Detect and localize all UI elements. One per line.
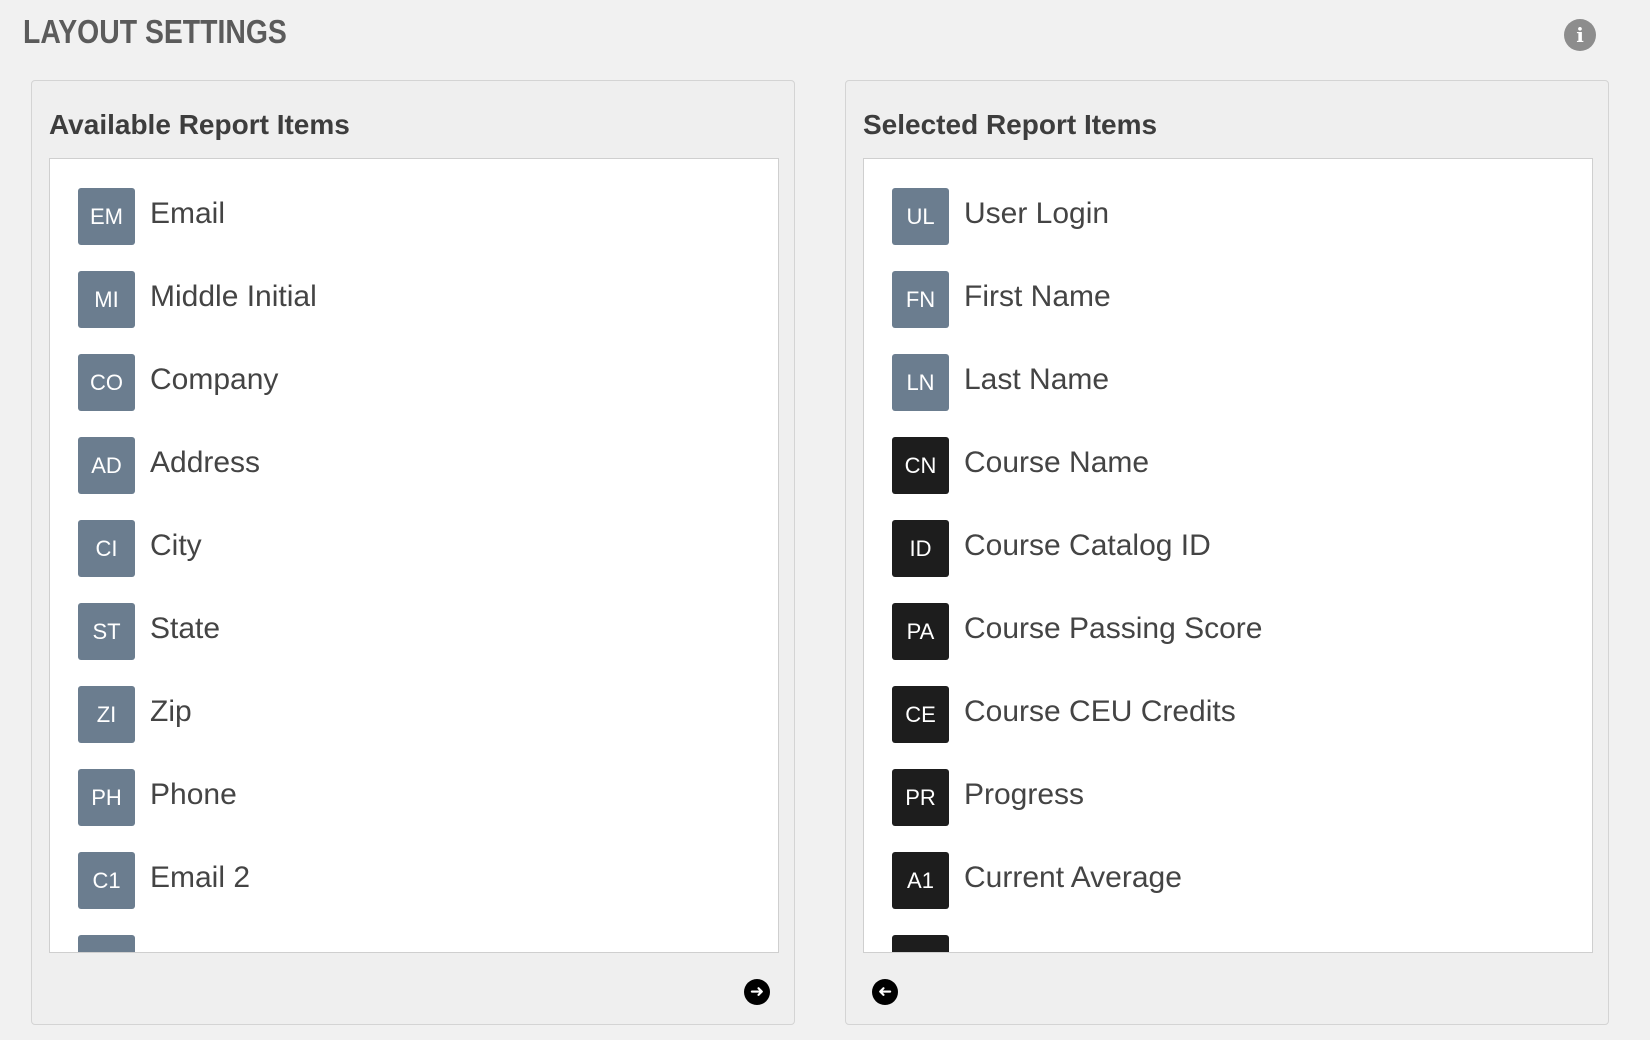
list-item[interactable]: ID Course Catalog ID — [892, 520, 1262, 603]
item-badge: CE — [892, 686, 949, 743]
item-label: Middle Initial — [150, 280, 317, 313]
item-label: First Name — [964, 280, 1111, 313]
item-label: Phone — [150, 778, 237, 811]
item-badge: LN — [892, 354, 949, 411]
list-item[interactable]: AD Address — [78, 437, 317, 520]
item-badge: PR — [892, 769, 949, 826]
list-item[interactable]: CO Company — [78, 354, 317, 437]
selected-items-list-box[interactable]: UL User Login FN First Name LN Last Name… — [863, 158, 1593, 953]
item-label: City — [150, 529, 202, 562]
item-badge: MI — [78, 271, 135, 328]
item-label: Zip — [150, 695, 192, 728]
available-items-list: EM Email MI Middle Initial CO Company AD… — [78, 188, 317, 952]
arrow-right-circle-icon[interactable]: ➜ — [744, 979, 770, 1005]
item-badge: FN — [892, 271, 949, 328]
list-item[interactable]: A1 Current Average — [892, 852, 1262, 935]
list-item[interactable]: ZI Zip — [78, 686, 317, 769]
item-badge: CI — [78, 520, 135, 577]
list-item[interactable] — [78, 935, 317, 952]
item-label: Course Name — [964, 446, 1150, 479]
list-item[interactable]: CE Course CEU Credits — [892, 686, 1262, 769]
list-item[interactable]: UL User Login — [892, 188, 1262, 271]
list-item[interactable]: EM Email — [78, 188, 317, 271]
item-label: Email 2 — [150, 861, 251, 894]
item-label: Progress — [964, 778, 1085, 811]
available-items-list-box[interactable]: EM Email MI Middle Initial CO Company AD… — [49, 158, 779, 953]
item-badge: UL — [892, 188, 949, 245]
arrow-left-circle-icon[interactable]: ➜ — [872, 979, 898, 1005]
list-item[interactable]: LN Last Name — [892, 354, 1262, 437]
available-items-panel: Available Report Items EM Email MI Middl… — [31, 80, 795, 1025]
item-label: Course Catalog ID — [964, 529, 1211, 562]
item-label: Current Average — [964, 861, 1182, 894]
item-label: State — [150, 612, 221, 645]
list-item[interactable]: MI Middle Initial — [78, 271, 317, 354]
item-badge: CO — [78, 354, 135, 411]
item-label: Course Passing Score — [964, 612, 1263, 645]
selected-items-list: UL User Login FN First Name LN Last Name… — [892, 188, 1262, 952]
available-items-title: Available Report Items — [49, 109, 350, 140]
item-badge — [892, 935, 949, 952]
list-item[interactable]: FN First Name — [892, 271, 1262, 354]
page-title: LAYOUT SETTINGS — [23, 13, 287, 50]
item-badge: ST — [78, 603, 135, 660]
item-badge: PA — [892, 603, 949, 660]
item-label: User Login — [964, 197, 1110, 230]
selected-items-title: Selected Report Items — [863, 109, 1158, 140]
item-badge: EM — [78, 188, 135, 245]
item-badge: CN — [892, 437, 949, 494]
info-icon[interactable]: i — [1564, 19, 1596, 51]
item-label: Last Name — [964, 363, 1110, 396]
list-item[interactable] — [892, 935, 1262, 952]
list-item[interactable]: PR Progress — [892, 769, 1262, 852]
list-item[interactable]: PH Phone — [78, 769, 317, 852]
list-item[interactable]: CN Course Name — [892, 437, 1262, 520]
list-item[interactable]: ST State — [78, 603, 317, 686]
item-label: Email — [150, 197, 226, 230]
item-label: Company — [150, 363, 279, 396]
item-badge: A1 — [892, 852, 949, 909]
item-badge: AD — [78, 437, 135, 494]
item-label: Course CEU Credits — [964, 695, 1236, 728]
item-label: Address — [150, 446, 261, 479]
list-item[interactable]: C1 Email 2 — [78, 852, 317, 935]
item-badge — [78, 935, 135, 952]
item-badge: C1 — [78, 852, 135, 909]
selected-items-panel: Selected Report Items UL User Login FN F… — [845, 80, 1609, 1025]
item-badge: PH — [78, 769, 135, 826]
list-item[interactable]: PA Course Passing Score — [892, 603, 1262, 686]
item-badge: ID — [892, 520, 949, 577]
item-badge: ZI — [78, 686, 135, 743]
list-item[interactable]: CI City — [78, 520, 317, 603]
